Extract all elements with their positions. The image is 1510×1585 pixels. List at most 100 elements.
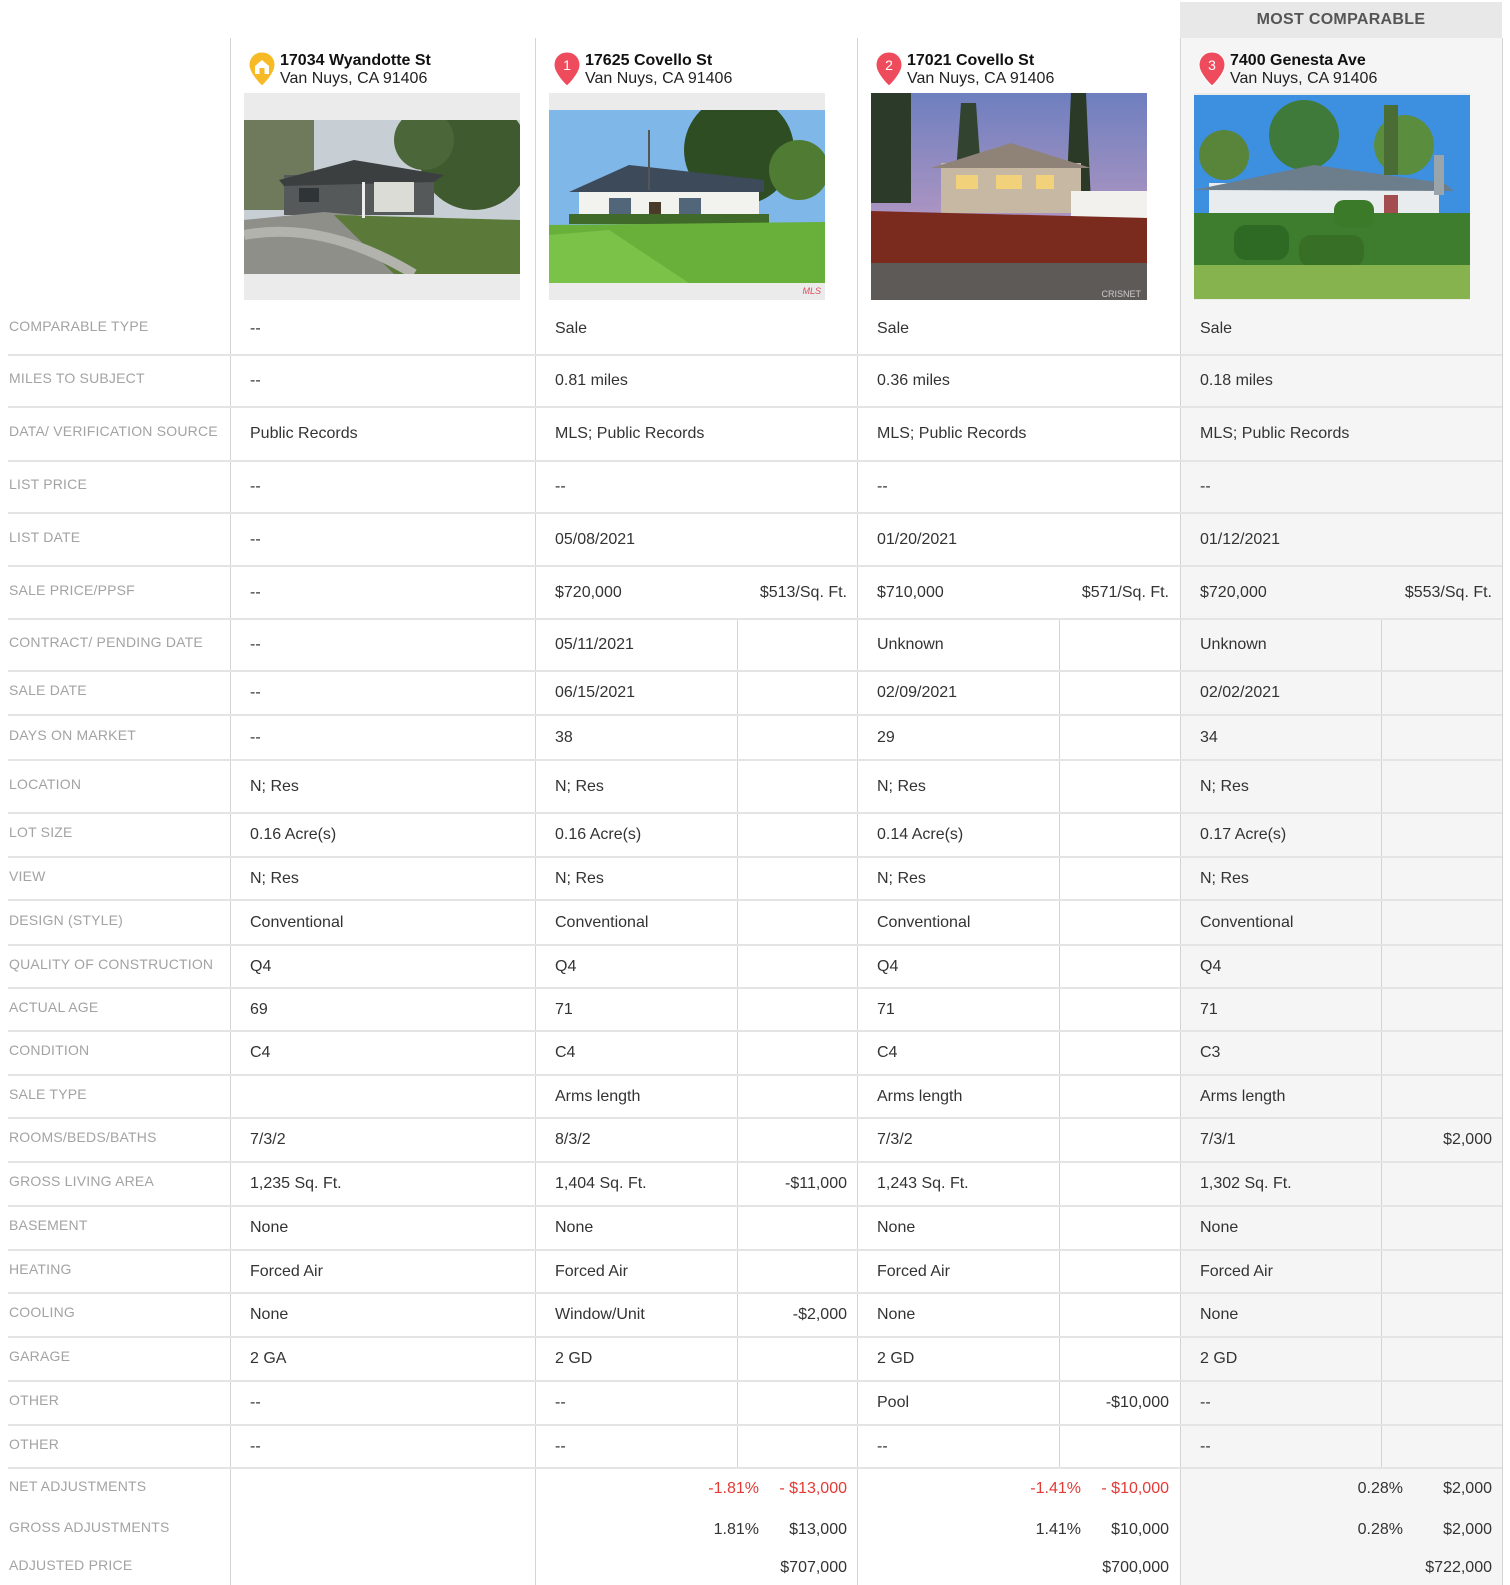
cell-value: Sale (1200, 319, 1233, 337)
summary-label: GROSS ADJUSTMENTS (9, 1519, 170, 1535)
row-divider (8, 354, 1502, 356)
cell-value: N; Res (877, 777, 926, 795)
row-label: ROOMS/BEDS/BATHS (9, 1129, 157, 1145)
cell-value: N; Res (250, 869, 299, 887)
row-divider (8, 1074, 1502, 1076)
crisnet-watermark: CRISNET (1101, 289, 1141, 299)
property-city: Van Nuys, CA 91406 (1230, 70, 1378, 87)
house-photo-image (549, 110, 825, 283)
cell-value: -- (1200, 478, 1211, 495)
cell-value: Forced Air (555, 1262, 628, 1280)
row-divider (8, 1292, 1502, 1294)
cell-value: 06/15/2021 (555, 684, 636, 701)
cell-value: C3 (1200, 1044, 1221, 1061)
cell-value: 0.16 Acre(s) (555, 826, 642, 843)
cell-value: None (1200, 1306, 1239, 1323)
row-label: DESIGN (STYLE) (9, 911, 124, 928)
cell-value: C4 (250, 1044, 271, 1061)
cell-value: 1,243 Sq. Ft. (877, 1175, 969, 1192)
row-divider (8, 714, 1502, 716)
adjustment-percent: 0.28% (1357, 1480, 1403, 1497)
cell-value: Public Records (250, 425, 358, 442)
row-label: DAYS ON MARKET (9, 726, 137, 743)
row-divider (8, 856, 1502, 858)
row-label: LIST DATE (9, 528, 81, 545)
cell-value: 0.36 miles (877, 372, 950, 389)
row-label: DATA/ VERIFICATION SOURCE (9, 423, 218, 439)
row-label: OTHER (9, 1435, 59, 1452)
property-street[interactable]: 17021 Covello St (907, 52, 1034, 70)
subcolumn-divider (1059, 619, 1060, 1468)
property-photo[interactable] (1194, 93, 1470, 300)
cell-value: MLS; Public Records (555, 425, 705, 442)
svg-text:3: 3 (1208, 57, 1216, 73)
cell-value: Forced Air (877, 1262, 950, 1280)
row-label: LIST PRICE (9, 476, 87, 492)
row-label: COOLING (9, 1304, 75, 1320)
property-street[interactable]: 17034 Wyandotte St (280, 52, 431, 70)
cell-value: 0.81 miles (555, 372, 628, 389)
adjustment-percent: 1.81% (713, 1521, 759, 1538)
cell-value: 7/3/1 (1200, 1131, 1236, 1148)
cell-value: -- (250, 319, 261, 337)
property-header: 1 17625 Covello St Van Nuys, CA 91406 (551, 50, 853, 92)
cell-value: 0.17 Acre(s) (1200, 826, 1287, 843)
cell-value: -- (250, 1394, 261, 1411)
column-divider (1502, 38, 1503, 1585)
property-header: 17034 Wyandotte St Van Nuys, CA 91406 (246, 50, 531, 92)
most-comparable-badge: MOST COMPARABLE (1180, 2, 1502, 38)
cell-value: MLS; Public Records (877, 425, 1027, 442)
cell-value: N; Res (555, 777, 604, 795)
row-label: SALE DATE (9, 682, 87, 698)
comparables-grid: MOST COMPARABLE 17034 Wyandotte St Van Nu… (0, 0, 1510, 1585)
subcolumn-divider (1381, 619, 1382, 1468)
property-city: Van Nuys, CA 91406 (907, 70, 1055, 87)
cell-value: Conventional (555, 913, 649, 931)
property-header: 3 7400 Genesta Ave Van Nuys, CA 91406 (1196, 50, 1498, 92)
cell-adjustment: -$10,000 (1105, 1394, 1169, 1411)
mls-watermark: MLS (802, 286, 821, 296)
property-photo[interactable] (244, 93, 520, 300)
row-divider (8, 1205, 1502, 1207)
property-photo[interactable]: MLS (549, 93, 825, 300)
cell-value: -- (877, 478, 888, 495)
cell-value: Window/Unit (555, 1306, 645, 1323)
row-label: VIEW (9, 867, 46, 884)
subcolumn-divider (737, 619, 738, 1468)
adjustment-amount: $13,000 (789, 1521, 847, 1538)
cell-value: Q4 (555, 957, 577, 975)
row-divider (8, 1380, 1502, 1382)
summary-label: NET ADJUSTMENTS (9, 1478, 147, 1494)
cell-value: 8/3/2 (555, 1131, 591, 1148)
cell-value: 2 GD (877, 1350, 915, 1367)
summary-label: ADJUSTED PRICE (9, 1556, 133, 1573)
property-photo[interactable]: CRISNET (871, 93, 1147, 300)
row-label: SALE TYPE (9, 1085, 87, 1102)
cell-value: 02/02/2021 (1200, 684, 1281, 701)
row-divider (8, 670, 1502, 672)
cell-value: 2 GD (555, 1350, 593, 1367)
row-label: QUALITY OF CONSTRUCTION (9, 955, 214, 972)
cell-value: Conventional (1200, 913, 1294, 931)
cell-value: 7/3/2 (250, 1131, 286, 1148)
svg-text:1: 1 (563, 57, 571, 73)
cell-value: -- (250, 1437, 261, 1455)
cell-adjustment: $553/Sq. Ft. (1404, 583, 1492, 601)
property-street[interactable]: 17625 Covello St (585, 52, 712, 70)
cell-value: Q4 (1200, 957, 1222, 975)
property-street[interactable]: 7400 Genesta Ave (1230, 52, 1366, 70)
cell-value: -- (555, 1394, 566, 1411)
property-header: 2 17021 Covello St Van Nuys, CA 91406 (873, 50, 1176, 92)
cell-value: 0.14 Acre(s) (877, 826, 964, 843)
cell-value: -- (250, 636, 261, 653)
cell-value: -- (250, 684, 261, 701)
cell-value: N; Res (1200, 777, 1249, 795)
comp-pin-icon: 1 (551, 50, 583, 88)
adjustment-percent: -1.81% (708, 1480, 759, 1497)
row-divider (8, 565, 1502, 567)
cell-adjustment: -$11,000 (785, 1175, 847, 1192)
cell-value: $720,000 (555, 583, 622, 601)
cell-value: Arms length (877, 1087, 963, 1105)
row-divider (8, 1336, 1502, 1338)
row-label: HEATING (9, 1260, 72, 1277)
